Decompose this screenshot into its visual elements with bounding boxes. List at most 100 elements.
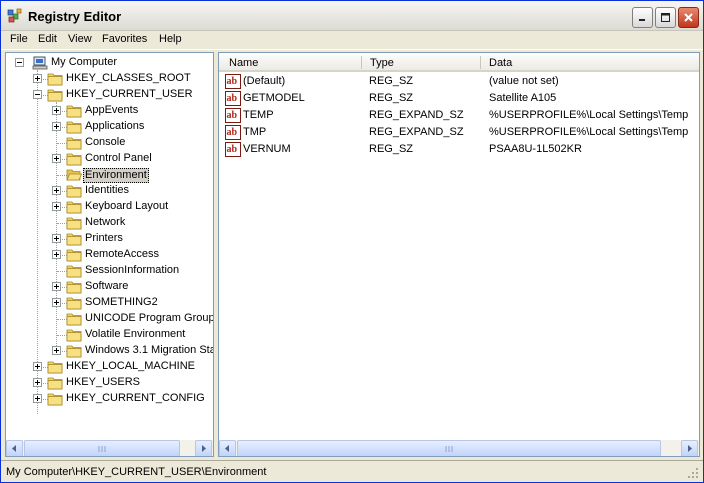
menu-view[interactable]: View (65, 33, 95, 45)
menu-file[interactable]: File (7, 33, 31, 45)
scroll-right-button[interactable] (195, 440, 212, 456)
expand-toggle[interactable] (52, 122, 61, 131)
column-header-data[interactable]: Data (481, 53, 699, 72)
tree-item[interactable]: HKEY_CLASSES_ROOT (33, 71, 213, 87)
tree-item[interactable]: Console (33, 135, 213, 151)
close-button[interactable] (678, 7, 699, 28)
tree-label: HKEY_CLASSES_ROOT (66, 72, 191, 84)
tree-label: UNICODE Program Groups (85, 312, 214, 324)
tree-label: Printers (85, 232, 123, 244)
value-data: (value not set) (489, 75, 559, 87)
folder-icon (47, 73, 63, 86)
tree-item[interactable]: Applications (33, 119, 213, 135)
key-tree-pane[interactable]: My Computer HKEY_CLASSES_ROOT HKEY_CURREN… (5, 52, 214, 457)
tree-item[interactable]: AppEvents (33, 103, 213, 119)
tree-item[interactable]: UNICODE Program Groups (33, 311, 213, 327)
string-value-icon: ab (225, 108, 241, 123)
scroll-thumb[interactable] (24, 440, 180, 456)
folder-icon (66, 281, 82, 294)
tree-item[interactable]: HKEY_LOCAL_MACHINE (33, 359, 213, 375)
value-name: GETMODEL (243, 92, 305, 104)
value-type: REG_SZ (369, 75, 414, 87)
scroll-thumb[interactable] (237, 440, 661, 456)
tree-label: Console (85, 136, 126, 148)
folder-icon (66, 297, 82, 310)
registry-editor-window: Registry Editor File Edit View Favorites… (0, 0, 704, 483)
value-type: REG_EXPAND_SZ (369, 126, 464, 138)
menu-bar: File Edit View Favorites Help (1, 31, 703, 50)
column-header-name[interactable]: Name (221, 53, 361, 72)
tree-horizontal-scrollbar[interactable] (6, 439, 213, 456)
values-list-pane[interactable]: Name Type Data ab (Default) REG_SZ (value n… (218, 52, 700, 457)
status-path: My Computer\HKEY_CURRENT_USER\Environmen… (6, 466, 267, 478)
arrow-left-icon (12, 445, 16, 452)
value-row[interactable]: ab TMP REG_EXPAND_SZ %USERPROFILE%\Local Se… (219, 124, 699, 141)
minimize-icon (639, 19, 645, 21)
tree-item[interactable]: Environment (33, 167, 213, 183)
tree-item[interactable]: Identities (33, 183, 213, 199)
maximize-icon (661, 13, 670, 22)
expand-toggle[interactable] (52, 298, 61, 307)
tree-item[interactable]: Keyboard Layout (33, 199, 213, 215)
value-type: REG_SZ (369, 143, 414, 155)
collapse-toggle[interactable] (33, 90, 42, 99)
menu-help[interactable]: Help (156, 33, 185, 45)
scroll-right-button[interactable] (681, 440, 698, 456)
maximize-button[interactable] (655, 7, 676, 28)
string-value-icon: ab (225, 125, 241, 140)
value-row[interactable]: ab (Default) REG_SZ (value not set) (219, 73, 699, 90)
expand-toggle[interactable] (52, 154, 61, 163)
svg-text:ab: ab (227, 76, 238, 87)
title-bar[interactable]: Registry Editor (1, 1, 703, 31)
value-type: REG_EXPAND_SZ (369, 109, 464, 121)
computer-icon (32, 56, 48, 70)
tree-item[interactable]: Printers (33, 231, 213, 247)
tree-label: Windows 3.1 Migration Status (85, 344, 213, 356)
list-horizontal-scrollbar[interactable] (219, 439, 699, 456)
minimize-button[interactable] (632, 7, 653, 28)
tree-item-my-computer[interactable]: My Computer (15, 55, 205, 71)
expand-toggle[interactable] (52, 186, 61, 195)
tree-item[interactable]: RemoteAccess (33, 247, 213, 263)
tree-label: SessionInformation (85, 264, 180, 276)
grip-icon (98, 445, 106, 452)
svg-text:ab: ab (227, 110, 238, 121)
expand-toggle[interactable] (33, 378, 42, 387)
string-value-icon: ab (225, 142, 241, 157)
expand-toggle[interactable] (52, 250, 61, 259)
tree-item[interactable]: SOMETHING2 (33, 295, 213, 311)
tree-label: HKEY_CURRENT_USER (66, 88, 193, 100)
tree-item[interactable]: HKEY_CURRENT_USER (33, 87, 213, 103)
collapse-toggle[interactable] (15, 58, 24, 67)
expand-toggle[interactable] (52, 282, 61, 291)
expand-toggle[interactable] (33, 394, 42, 403)
tree-item[interactable]: Software (33, 279, 213, 295)
scroll-left-button[interactable] (6, 440, 23, 456)
expand-toggle[interactable] (33, 74, 42, 83)
resize-grip-icon[interactable] (687, 467, 699, 479)
tree-item[interactable]: Windows 3.1 Migration Status (33, 343, 213, 359)
folder-icon (66, 137, 82, 150)
value-type: REG_SZ (369, 92, 414, 104)
value-row[interactable]: ab VERNUM REG_SZ PSAA8U-1L502KR (219, 141, 699, 158)
scroll-left-button[interactable] (219, 440, 236, 456)
tree-item[interactable]: HKEY_CURRENT_CONFIG (33, 391, 213, 407)
tree-item[interactable]: Volatile Environment (33, 327, 213, 343)
menu-edit[interactable]: Edit (35, 33, 60, 45)
expand-toggle[interactable] (52, 202, 61, 211)
value-row[interactable]: ab GETMODEL REG_SZ Satellite A105 (219, 90, 699, 107)
tree-item[interactable]: Control Panel (33, 151, 213, 167)
expand-toggle[interactable] (52, 346, 61, 355)
value-row[interactable]: ab TEMP REG_EXPAND_SZ %USERPROFILE%\Local S… (219, 107, 699, 124)
tree-item[interactable]: Network (33, 215, 213, 231)
tree-item[interactable]: SessionInformation (33, 263, 213, 279)
column-header-type[interactable]: Type (362, 53, 479, 72)
expand-toggle[interactable] (52, 106, 61, 115)
svg-text:ab: ab (227, 93, 238, 104)
folder-icon (47, 393, 63, 406)
menu-favorites[interactable]: Favorites (99, 33, 150, 45)
tree-item[interactable]: HKEY_USERS (33, 375, 213, 391)
expand-toggle[interactable] (33, 362, 42, 371)
expand-toggle[interactable] (52, 234, 61, 243)
value-data: %USERPROFILE%\Local Settings\Temp (489, 109, 689, 121)
